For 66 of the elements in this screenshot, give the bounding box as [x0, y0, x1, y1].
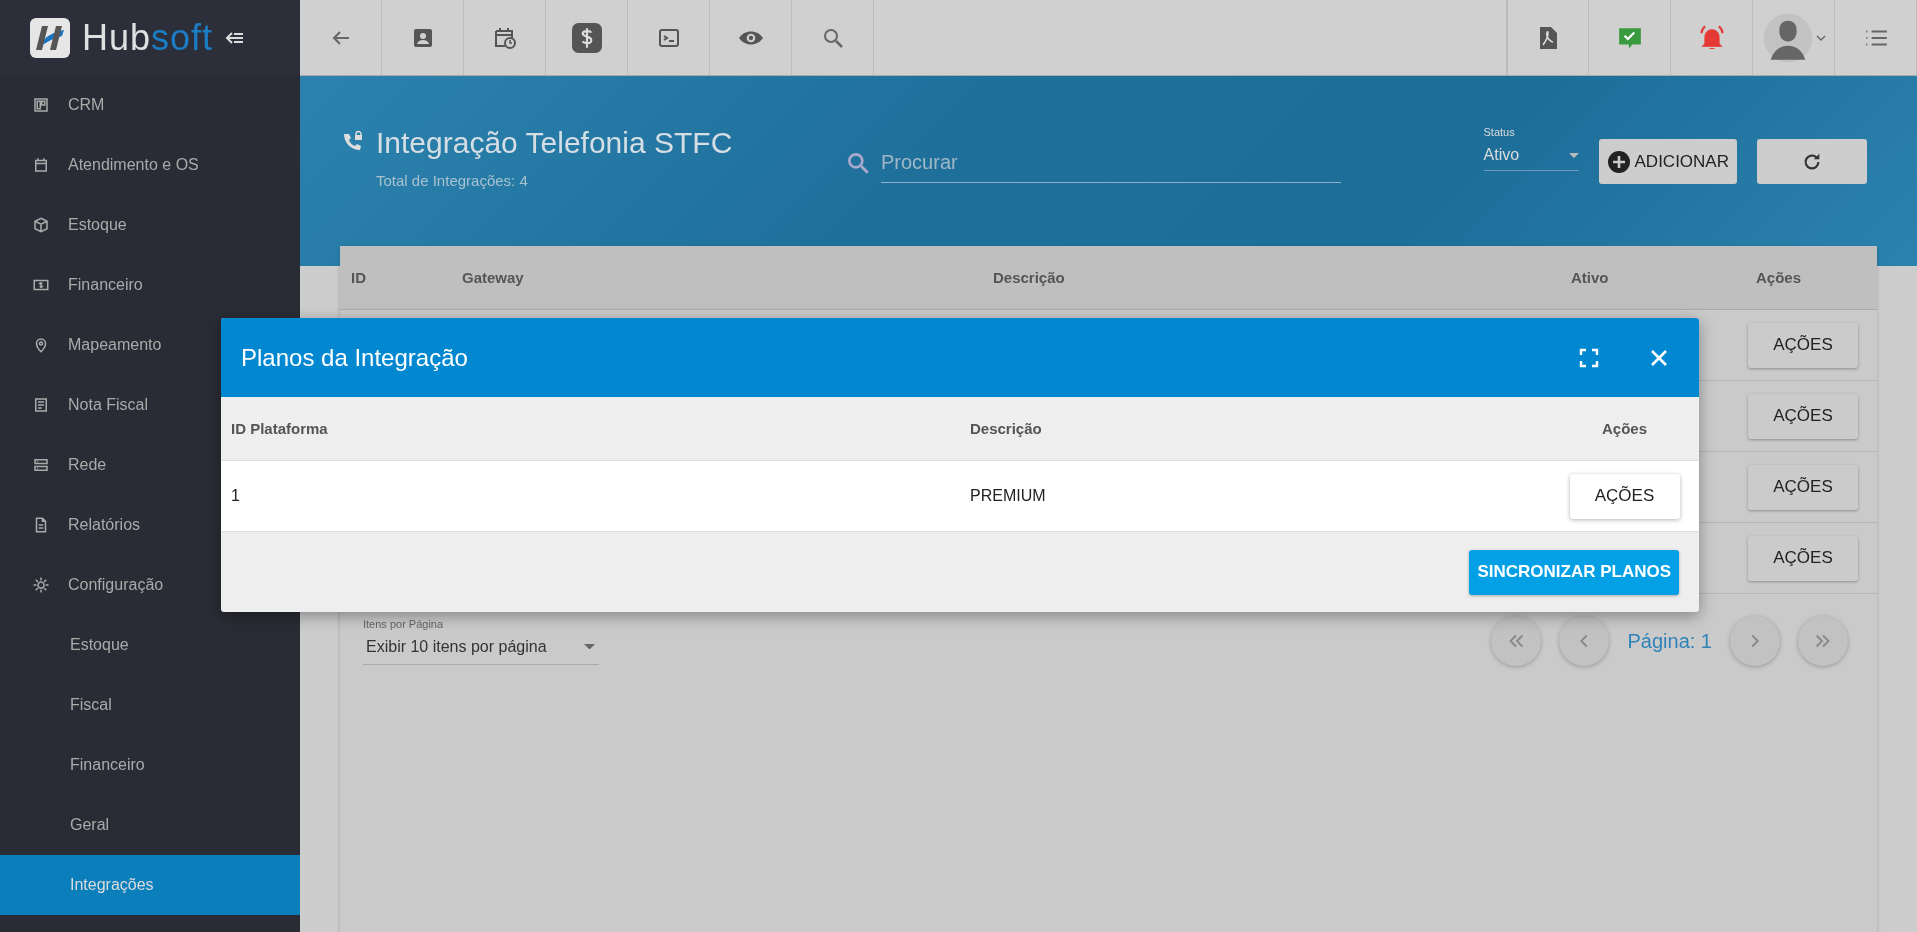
items-per-page-select[interactable]: Exibir 10 itens por página	[363, 637, 599, 665]
sidebar-item[interactable]: Financeiro	[0, 255, 300, 315]
column-header: Ações	[1601, 420, 1648, 437]
actions-button[interactable]: AÇÕES	[1569, 473, 1680, 519]
refresh-button[interactable]	[1757, 139, 1867, 184]
search-field[interactable]: Procurar	[881, 143, 1341, 183]
board-icon	[32, 96, 50, 114]
column-header: Ações	[1756, 269, 1803, 286]
sidebar-subitem[interactable]: Geral	[0, 795, 300, 855]
dropdown-icon	[584, 643, 595, 650]
status-select[interactable]: Ativo	[1483, 146, 1579, 171]
pdf-button[interactable]	[1507, 0, 1589, 75]
page-title: Integração Telefonia STFC	[376, 126, 733, 160]
status-label: Status	[1483, 126, 1516, 138]
sidebar-label: Atendimento e OS	[68, 156, 199, 174]
close-icon	[1649, 347, 1669, 368]
column-header: ID	[350, 269, 367, 286]
actions-button[interactable]: AÇÕES	[1748, 535, 1858, 581]
logo-text: Hubsoft	[82, 16, 214, 59]
dropdown-icon	[1568, 152, 1579, 158]
search-icon	[845, 150, 871, 176]
table-cell-text: PREMIUM	[970, 487, 1047, 505]
sidebar-label: Nota Fiscal	[68, 396, 149, 414]
sidebar-label: Relatórios	[68, 516, 141, 534]
sidebar-label: Mapeamento	[68, 336, 162, 354]
actions-button[interactable]: AÇÕES	[1748, 322, 1858, 368]
collapse-menu-icon[interactable]	[225, 30, 246, 45]
calendar-icon	[32, 156, 50, 174]
sidebar-label: CRM	[68, 96, 105, 114]
chevron-down-icon	[1815, 34, 1826, 41]
column-header: Ativo	[1571, 269, 1610, 286]
fullscreen-icon	[1579, 347, 1599, 368]
column-header: Gateway	[462, 269, 525, 286]
box-icon	[32, 216, 50, 234]
page-subtitle: Total de Integrações: 4	[376, 172, 529, 189]
sidebar-subitem[interactable]: Integrações	[0, 855, 300, 915]
sidebar-item[interactable]: Estoque	[0, 195, 300, 255]
sidebar-item[interactable]: Atendimento e OS	[0, 135, 300, 195]
dollar-icon	[571, 22, 602, 53]
calendar-clock-icon	[492, 25, 517, 50]
logo-icon	[30, 17, 70, 58]
table-cell-text: 1	[230, 487, 241, 505]
add-button[interactable]: ADICIONAR	[1598, 139, 1737, 184]
actions-button[interactable]: AÇÕES	[1748, 393, 1858, 439]
sidebar-subitem[interactable]: Fiscal	[0, 675, 300, 735]
items-per-page-label: Itens por Página	[363, 617, 445, 630]
avatar-icon	[1761, 11, 1814, 64]
column-header: ID Plataforma	[230, 420, 329, 437]
sidebar-subitem[interactable]: Financeiro	[0, 735, 300, 795]
sidebar-label: Rede	[68, 456, 107, 474]
sidebar-label: Financeiro	[68, 276, 143, 294]
sidebar-item[interactable]: CRM	[0, 75, 300, 135]
column-header: Descrição	[970, 420, 1043, 437]
server-icon	[32, 456, 50, 474]
plus-circle-icon	[1606, 149, 1631, 174]
sidebar-label: Configuração	[68, 576, 164, 594]
column-header: Descrição	[993, 269, 1066, 286]
sidebar-subitem[interactable]: Estoque	[0, 615, 300, 675]
sidebar-label: Estoque	[68, 216, 127, 234]
list-icon	[32, 396, 50, 414]
sidebar-item[interactable]: Configuração	[0, 555, 300, 615]
actions-button[interactable]: AÇÕES	[1748, 464, 1858, 510]
pdf-file-icon	[1538, 25, 1558, 50]
modal-title: Planos da Integração	[241, 343, 469, 372]
page-number: Página: 1	[1627, 629, 1712, 653]
gear-icon	[32, 576, 50, 594]
